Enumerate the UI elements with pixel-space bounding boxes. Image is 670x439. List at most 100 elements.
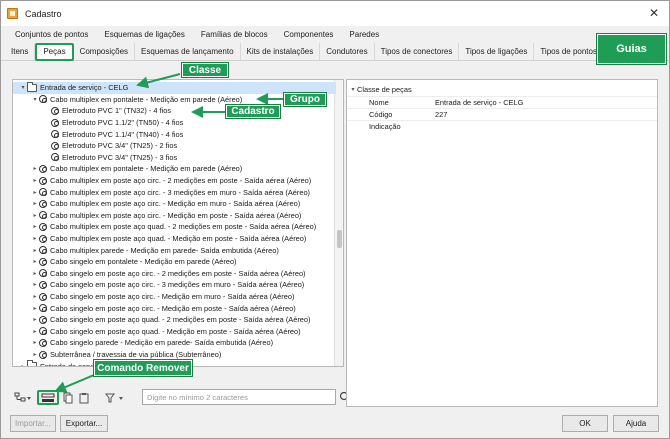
export-button[interactable]: Exportar... [60, 415, 108, 432]
remove-button[interactable] [37, 390, 59, 405]
collapsed-arrow-icon[interactable]: ▸ [19, 363, 27, 366]
tab-esquemas-de-liga-es[interactable]: Esquemas de ligações [96, 27, 193, 42]
collapsed-arrow-icon[interactable]: ▸ [31, 212, 39, 219]
paste-button[interactable] [77, 390, 91, 405]
tree-node-label: Cabo multiplex em poste aço quad. - 2 me… [50, 222, 317, 232]
tab-fam-lias-de-blocos[interactable]: Famílias de blocos [193, 27, 276, 42]
tree-node-label: Cabo singelo em poste aço circ. - Mediçã… [50, 303, 296, 313]
piece-icon [39, 176, 47, 185]
piece-icon [51, 141, 59, 150]
tab-conjuntos-de-pontos[interactable]: Conjuntos de pontos [7, 27, 96, 42]
tree-node-label: Cabo singelo parede - Medição em parede-… [50, 338, 274, 348]
property-value[interactable]: Entrada de serviço - CELG [435, 98, 523, 107]
tree-class-node[interactable]: ▾ Entrada de serviço - CELG [13, 81, 336, 94]
property-row-name[interactable]: Nome Entrada de serviço - CELG [347, 96, 657, 108]
remove-icon [41, 393, 55, 402]
tree-group-node[interactable]: ▸ Cabo singelo em poste aço quad. - 2 med… [13, 314, 310, 326]
tab-itens[interactable]: Itens [5, 43, 36, 60]
tree-group-node[interactable]: ▸ Cabo multiplex em poste aço circ. - 3 m… [13, 186, 310, 198]
collapsed-arrow-icon[interactable]: ▸ [31, 258, 39, 265]
tree-group-node[interactable]: ▸ Cabo singelo em poste aço circ. - 3 med… [13, 279, 304, 291]
collapsed-arrow-icon[interactable]: ▸ [31, 165, 39, 172]
collapsed-arrow-icon[interactable]: ▸ [31, 339, 39, 346]
tree-scrollbar[interactable] [334, 80, 343, 366]
tree-group-node[interactable]: ▸ Cabo multiplex em poste aço circ. - Med… [13, 210, 301, 222]
tree-group-node[interactable]: ▸ Cabo singelo em pontalete - Medição em … [13, 256, 236, 268]
filter-button[interactable] [102, 390, 128, 405]
tree-node-label: Cabo multiplex em poste aço circ. - 3 me… [50, 187, 311, 197]
collapsed-arrow-icon[interactable]: ▸ [31, 177, 39, 184]
tree-group-node[interactable]: ▸ Cabo singelo em poste aço circ. - Mediç… [13, 291, 294, 303]
collapsed-arrow-icon[interactable]: ▸ [31, 293, 39, 300]
properties-panel: ▾ Classe de peças Nome Entrada de serviç… [346, 79, 658, 407]
tree-node-label: Cabo multiplex em poste aço circ. - Medi… [50, 210, 302, 220]
tab-kits-de-instala-es[interactable]: Kits de instalações [241, 43, 321, 60]
scrollbar-thumb[interactable] [337, 230, 342, 248]
tab-condutores[interactable]: Condutores [320, 43, 375, 60]
tree-node-label: Cabo multiplex em poste aço circ. - 2 me… [50, 176, 312, 186]
tab-composi-es[interactable]: Composições [74, 43, 136, 60]
tree-group-node[interactable]: ▾ Cabo multiplex em pontalete - Medição e… [13, 94, 242, 106]
tree-group-node[interactable]: ▸ Cabo singelo parede - Medição em parede… [13, 337, 273, 349]
tree-node-label: Eletroduto PVC 3/4" (TN25) - 2 fios [62, 141, 178, 151]
collapsed-arrow-icon[interactable]: ▸ [31, 223, 39, 230]
collapsed-arrow-icon[interactable]: ▸ [31, 270, 39, 277]
expanded-arrow-icon[interactable]: ▾ [19, 84, 27, 91]
collapsed-arrow-icon[interactable]: ▸ [31, 235, 39, 242]
close-icon[interactable]: ✕ [647, 6, 661, 20]
tree-group-node[interactable]: ▸ Cabo multiplex em poste aço quad. - Med… [13, 233, 306, 245]
tree-group-node[interactable]: ▸ Cabo multiplex em poste aço quad. - 2 m… [13, 221, 316, 233]
collapsed-arrow-icon[interactable]: ▸ [31, 316, 39, 323]
import-button[interactable]: Importar... [10, 415, 56, 432]
property-value[interactable]: 227 [435, 110, 447, 119]
tree-node-label: Entrada de serviço - CELG [40, 83, 129, 93]
tab-paredes[interactable]: Paredes [341, 27, 387, 42]
tree-class-node[interactable]: ▸ Entrada de serviço [13, 360, 102, 366]
callout-classe: Classe [182, 63, 228, 77]
collapsed-arrow-icon[interactable]: ▸ [31, 328, 39, 335]
tree-options-button[interactable] [12, 390, 34, 405]
piece-icon [39, 292, 47, 301]
tab-pe-as[interactable]: Peças [35, 43, 74, 61]
tree-item-node[interactable]: Eletroduto PVC 1.1/2" (TN50) - 4 fios [13, 117, 183, 129]
tree-group-node[interactable]: ▸ Cabo singelo em poste aço circ. - 2 med… [13, 268, 305, 280]
collapsed-arrow-icon[interactable]: ▸ [31, 281, 39, 288]
tree-item-node[interactable]: Eletroduto PVC 3/4" (TN25) - 2 fios [13, 140, 177, 152]
property-row-code[interactable]: Código 227 [347, 108, 657, 120]
tree-group-node[interactable]: ▸ Subterrânea / travessia de via pública … [13, 349, 221, 361]
piece-icon [39, 269, 47, 278]
copy-button[interactable] [62, 390, 74, 405]
callout-comando-remover: Comando Remover [94, 360, 192, 376]
tree-group-node[interactable]: ▸ Cabo multiplex em pontalete - Medição e… [13, 163, 242, 175]
items-tree[interactable]: ▾ Entrada de serviço - CELG ▾ Cabo multiple… [12, 79, 344, 367]
tab-tipos-de-conectores[interactable]: Tipos de conectores [375, 43, 460, 60]
tab-componentes[interactable]: Componentes [276, 27, 342, 42]
expanded-arrow-icon[interactable]: ▾ [31, 96, 39, 103]
search-input[interactable]: Digite no mínimo 2 caracteres [142, 389, 336, 405]
collapse-arrow-icon[interactable]: ▾ [349, 86, 357, 93]
property-row-indication[interactable]: Indicação [347, 120, 657, 132]
tree-item-node[interactable]: Eletroduto PVC 1.1/4" (TN40) - 4 fios [13, 128, 183, 140]
tree-group-node[interactable]: ▸ Cabo singelo em poste aço circ. - Mediç… [13, 302, 296, 314]
collapsed-arrow-icon[interactable]: ▸ [31, 305, 39, 312]
tab-esquemas-de-lan-amento[interactable]: Esquemas de lançamento [135, 43, 241, 60]
copy-icon [63, 392, 73, 403]
tab-tipos-de-liga-es[interactable]: Tipos de ligações [459, 43, 535, 60]
collapsed-arrow-icon[interactable]: ▸ [31, 247, 39, 254]
help-button[interactable]: Ajuda [613, 415, 659, 432]
tree-node-label: Eletroduto PVC 1.1/2" (TN50) - 4 fios [62, 118, 184, 128]
tab-tipos-de-pontos[interactable]: Tipos de pontos [534, 43, 604, 60]
collapsed-arrow-icon[interactable]: ▸ [31, 189, 39, 196]
tree-group-node[interactable]: ▸ Cabo multiplex em poste aço circ. - 2 m… [13, 175, 311, 187]
tree-item-node[interactable]: Eletroduto PVC 1" (TN32) - 4 fios [13, 105, 171, 117]
tree-node-label: Cabo singelo em poste aço quad. - 2 medi… [50, 315, 311, 325]
ok-button[interactable]: OK [562, 415, 608, 432]
tree-node-label: Cabo singelo em poste aço circ. - 3 medi… [50, 280, 305, 290]
tree-group-node[interactable]: ▸ Cabo singelo em poste aço quad. - Mediç… [13, 326, 300, 338]
collapsed-arrow-icon[interactable]: ▸ [31, 200, 39, 207]
collapsed-arrow-icon[interactable]: ▸ [31, 351, 39, 358]
tree-item-node[interactable]: Eletroduto PVC 3/4" (TN25) - 3 fios [13, 152, 177, 164]
piece-icon [51, 118, 59, 127]
tree-group-node[interactable]: ▸ Cabo multiplex em poste aço circ. - Med… [13, 198, 300, 210]
tree-group-node[interactable]: ▸ Cabo multiplex parede - Medição em pare… [13, 244, 278, 256]
